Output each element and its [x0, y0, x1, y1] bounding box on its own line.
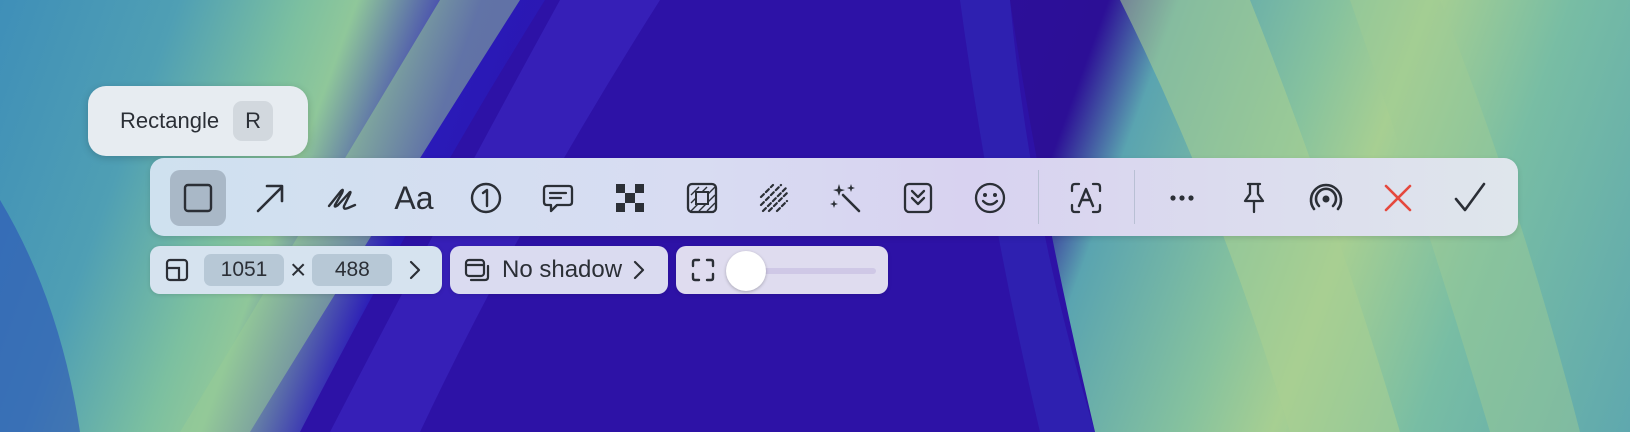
expand-corners-icon	[690, 257, 716, 283]
text-tool-button[interactable]: Aa	[386, 170, 442, 226]
magic-wand-icon	[830, 184, 861, 213]
hatch-icon	[759, 183, 789, 213]
numbered-circle-icon	[470, 182, 502, 214]
stack-tool-button[interactable]	[890, 170, 946, 226]
shadow-control[interactable]: No shadow	[450, 246, 668, 294]
chevron-right-icon	[626, 257, 652, 283]
rectangle-icon	[183, 183, 213, 213]
padding-control	[676, 246, 888, 294]
arrow-icon	[256, 184, 284, 213]
speech-bubble-tool-button[interactable]	[530, 170, 586, 226]
arrow-tool-button[interactable]	[242, 170, 298, 226]
confirm-tool-button[interactable]	[1442, 170, 1498, 226]
magic-tool-button[interactable]	[818, 170, 874, 226]
pin-icon	[1243, 182, 1265, 214]
text-tool-label: Aa	[394, 179, 434, 216]
shadow-label: No shadow	[502, 256, 623, 283]
close-icon	[1384, 184, 1412, 212]
smiley-icon	[974, 182, 1006, 214]
toolbar-divider	[1038, 170, 1039, 224]
close-tool-button[interactable]	[1370, 170, 1426, 226]
double-chevron-down-icon	[903, 182, 933, 214]
speech-bubble-icon	[542, 184, 574, 213]
share-tool-button[interactable]	[1298, 170, 1354, 226]
pixelate-tool-button[interactable]	[602, 170, 658, 226]
highlight-tool-button[interactable]	[674, 170, 730, 226]
window-shadow-icon	[464, 257, 490, 283]
pixelate-icon	[616, 184, 644, 212]
airdrop-icon	[1309, 183, 1343, 211]
ocr-tool-button[interactable]	[1058, 170, 1114, 226]
tooltip-label: Rectangle	[120, 108, 220, 133]
pen-tool-button[interactable]	[314, 170, 370, 226]
toolbar-divider	[1134, 170, 1135, 224]
height-input[interactable]: 488	[312, 254, 393, 286]
chevron-right-icon[interactable]	[402, 257, 428, 283]
ellipsis-icon	[1170, 195, 1194, 201]
size-separator: ×	[290, 254, 307, 285]
size-control: 1051 × 488	[150, 246, 442, 294]
shortcut-key: R	[233, 101, 274, 141]
hatch-tool-button[interactable]	[746, 170, 802, 226]
annotation-toolbar: Aa	[150, 158, 1518, 236]
pen-icon	[327, 188, 357, 210]
emoji-tool-button[interactable]	[962, 170, 1018, 226]
resize-icon	[164, 257, 190, 283]
width-input[interactable]: 1051	[204, 254, 284, 286]
counter-tool-button[interactable]	[458, 170, 514, 226]
checkmark-icon	[1454, 182, 1486, 212]
rectangle-tool-button[interactable]	[170, 170, 226, 226]
more-tool-button[interactable]	[1154, 170, 1210, 226]
padding-slider-knob[interactable]	[726, 251, 766, 291]
tool-tooltip: Rectangle R	[88, 86, 308, 156]
pin-tool-button[interactable]	[1226, 170, 1282, 226]
text-recognition-icon	[1070, 182, 1102, 214]
highlight-box-icon	[686, 182, 718, 214]
